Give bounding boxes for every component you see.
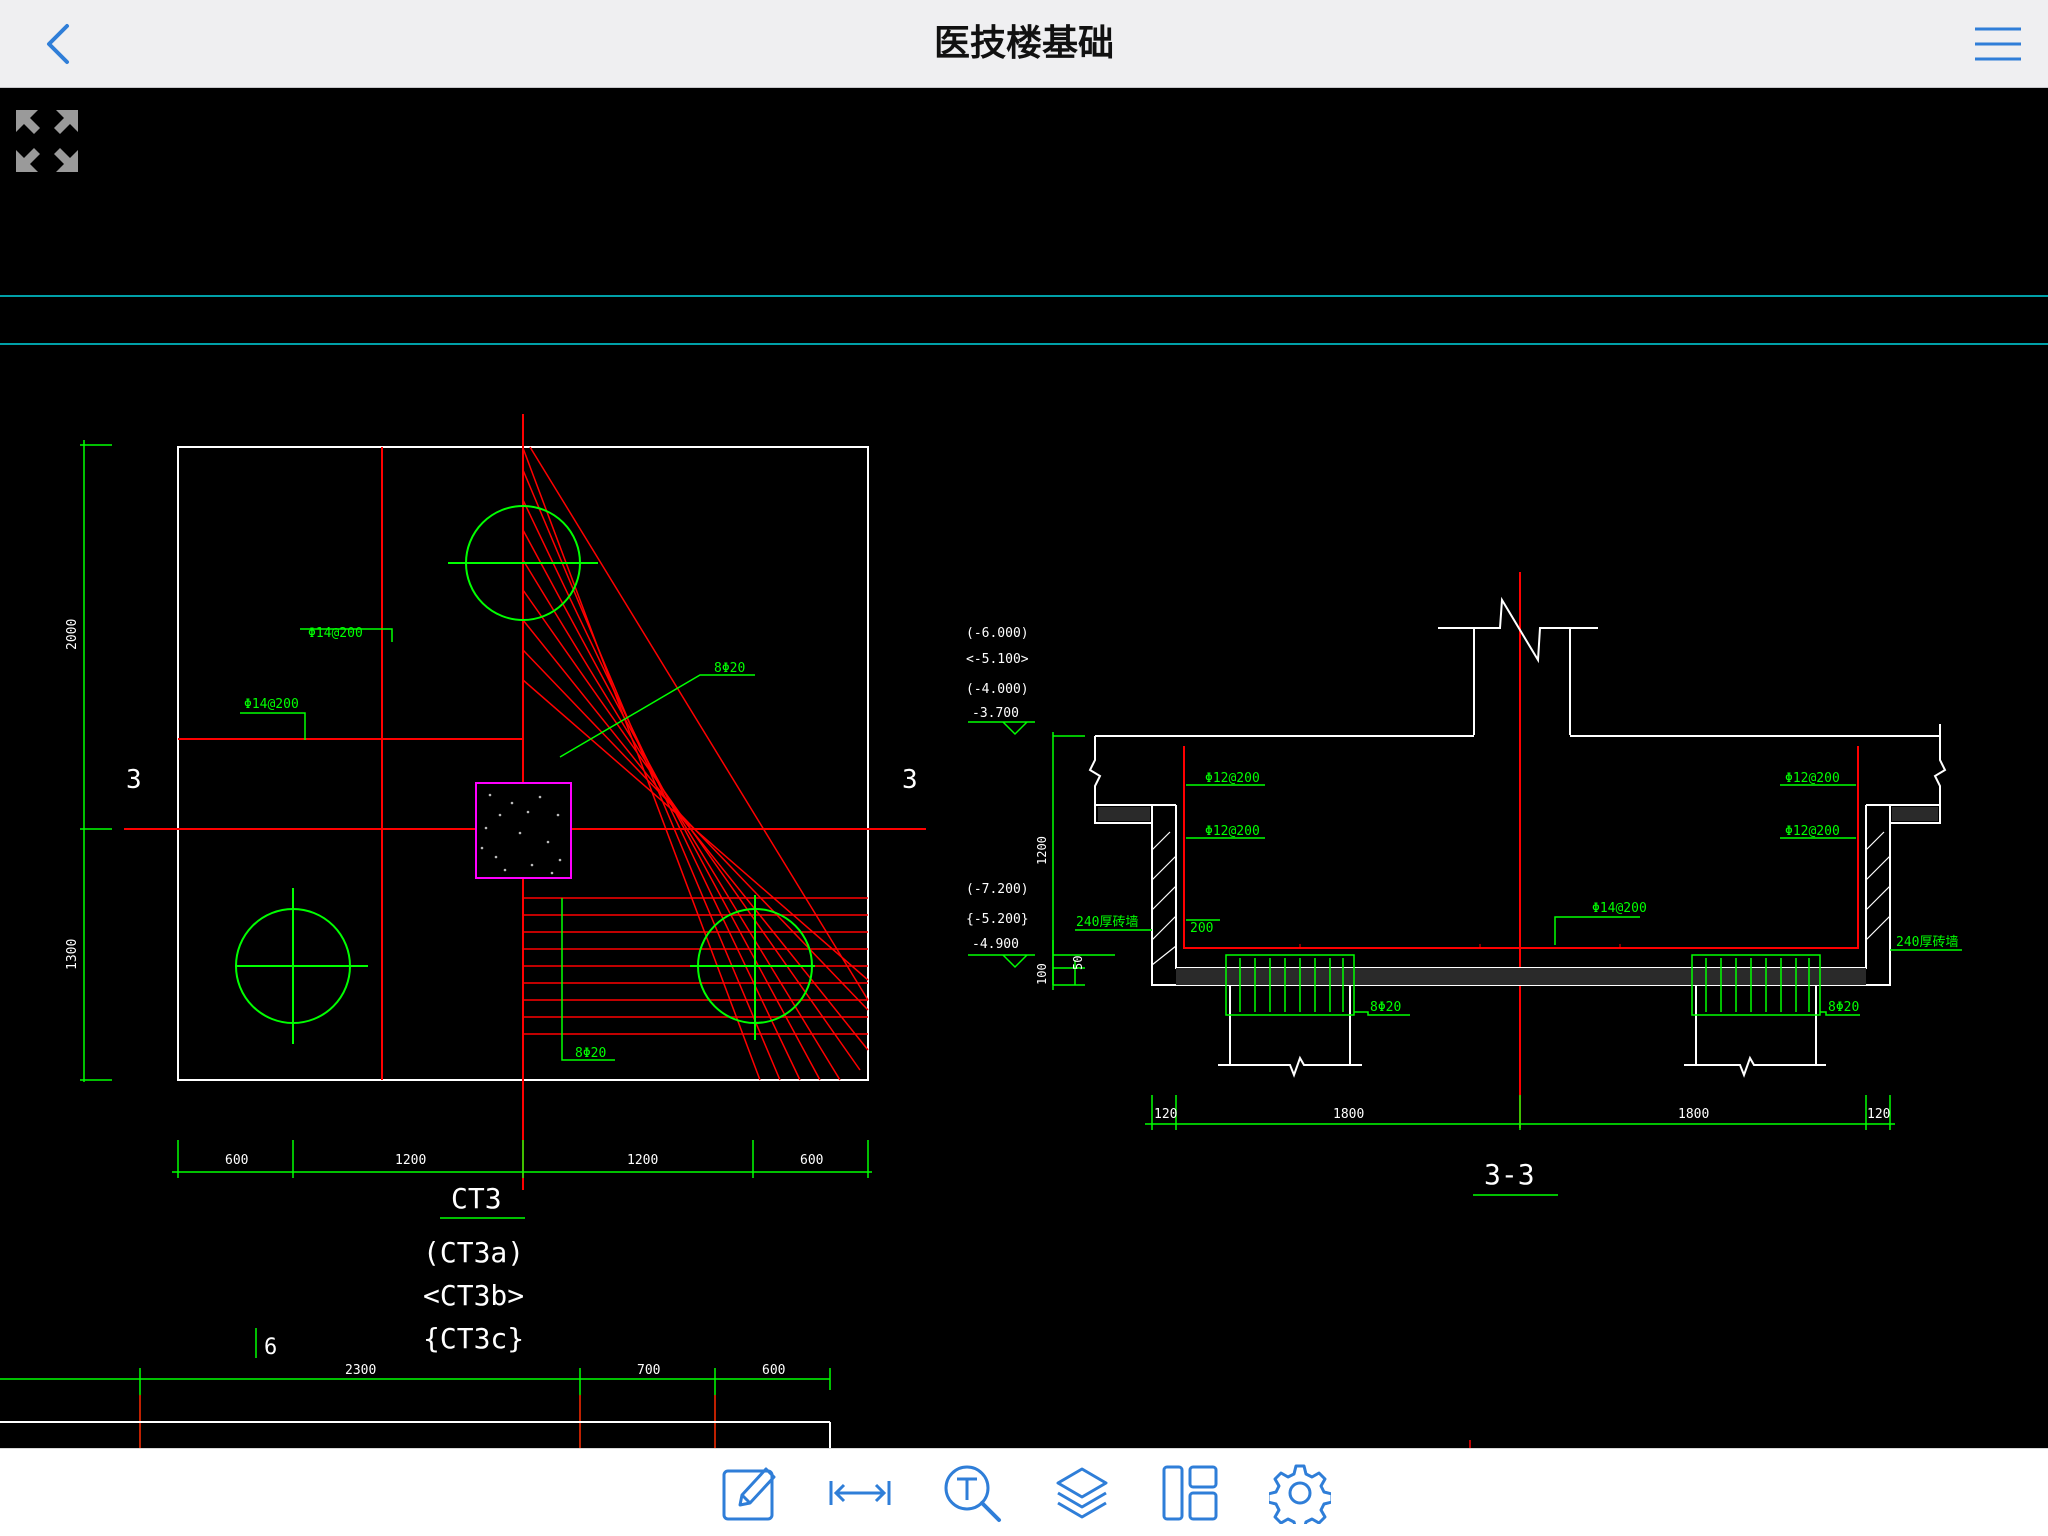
section-dim-b-2: 1800 — [1333, 1107, 1364, 1122]
section-rebar-left-2: Φ12@200 — [1205, 824, 1260, 839]
section-dim-1200: 1200 — [1035, 836, 1049, 865]
plan-variant-a: (CT3a) — [423, 1236, 524, 1269]
elev-label-2: <-5.100> — [966, 652, 1029, 667]
section-mark-left: 3 — [126, 765, 142, 795]
settings-button[interactable] — [1266, 1459, 1334, 1527]
chevron-left-icon — [47, 24, 69, 64]
elev-label-3: (-4.000) — [966, 682, 1029, 697]
back-button[interactable] — [30, 16, 86, 72]
bottom-dim-2: 700 — [637, 1363, 660, 1378]
wall-label-left: 240厚砖墙 — [1076, 915, 1138, 930]
measure-arrows-icon — [829, 1481, 891, 1505]
section-rebar-bottom: Φ14@200 — [1592, 901, 1647, 916]
wall-label-right: 240厚砖墙 — [1896, 935, 1958, 950]
text-search-icon — [944, 1465, 1001, 1522]
section-rebar-right-2: Φ12@200 — [1785, 824, 1840, 839]
text-search-button[interactable] — [938, 1459, 1006, 1527]
navigation-bar: 医技楼基础 — [0, 0, 2048, 88]
plan-rebar-label-1: Φ14@200 — [308, 626, 363, 641]
section-value-200: 200 — [1190, 921, 1213, 936]
plan-rebar-label-bottom: 8Φ20 — [575, 1046, 606, 1061]
drawing-canvas[interactable]: Φ14@200 Φ14@200 8Φ20 8Φ20 3 3 2000 1300 — [0, 88, 2048, 1448]
pile-rebar-left: 8Φ20 — [1370, 1000, 1401, 1015]
section-dim-100: 100 — [1035, 963, 1049, 985]
section-dim-b-4: 120 — [1867, 1107, 1890, 1122]
expand-arrows-icon — [16, 110, 78, 172]
elev-label-5: (-7.200) — [966, 882, 1029, 897]
annotate-button[interactable] — [716, 1459, 784, 1527]
plan-name: CT3 — [451, 1182, 502, 1215]
layout-panels-icon — [1162, 1465, 1218, 1521]
plan-dim-vertical-2: 1300 — [65, 939, 80, 970]
section-dim-b-3: 1800 — [1678, 1107, 1709, 1122]
elev-label-7: -4.900 — [972, 937, 1019, 952]
menu-button[interactable] — [1968, 16, 2028, 72]
section-rebar-right-1: Φ12@200 — [1785, 771, 1840, 786]
section-view-3-3: (-6.000) <-5.100> (-4.000) -3.700 (-7.20… — [966, 572, 1962, 1196]
plan-dim-vertical-1: 2000 — [65, 619, 80, 650]
section-dim-50: 50 — [1071, 956, 1085, 970]
layers-button[interactable] — [1048, 1459, 1116, 1527]
bottom-partial-plan: 6 2300 700 600 — [0, 1328, 1471, 1448]
plan-dim-h-1: 600 — [225, 1153, 248, 1168]
gear-icon — [1269, 1464, 1331, 1524]
measure-button[interactable] — [826, 1459, 894, 1527]
plan-dim-h-2: 1200 — [395, 1153, 426, 1168]
plan-dim-h-4: 600 — [800, 1153, 823, 1168]
plan-view-ct3: Φ14@200 Φ14@200 8Φ20 8Φ20 3 3 2000 1300 — [65, 414, 926, 1355]
layers-icon — [1056, 1467, 1108, 1519]
plan-variant-c: {CT3c} — [423, 1322, 524, 1355]
bottom-dim-3: 600 — [762, 1363, 785, 1378]
section-rebar-left-1: Φ12@200 — [1205, 771, 1260, 786]
plan-variant-b: <CT3b> — [423, 1279, 524, 1312]
section-title: 3-3 — [1484, 1158, 1535, 1191]
plan-rebar-label-diag: 8Φ20 — [714, 661, 745, 676]
page-title: 医技楼基础 — [933, 23, 1114, 64]
hamburger-menu-icon — [1975, 27, 2021, 61]
axis-label-6: 6 — [264, 1335, 277, 1360]
plan-dim-h-3: 1200 — [627, 1153, 658, 1168]
section-mark-right: 3 — [902, 765, 918, 795]
layout-button[interactable] — [1156, 1459, 1224, 1527]
pile-rebar-right: 8Φ20 — [1828, 1000, 1859, 1015]
elev-label-6: {-5.200} — [966, 912, 1029, 927]
section-dim-b-1: 120 — [1154, 1107, 1177, 1122]
elev-label-1: (-6.000) — [966, 626, 1029, 641]
bottom-toolbar — [0, 1448, 2048, 1536]
pencil-edit-icon — [722, 1467, 776, 1521]
plan-rebar-label-2: Φ14@200 — [244, 697, 299, 712]
cad-drawing: Φ14@200 Φ14@200 8Φ20 8Φ20 3 3 2000 1300 — [0, 295, 2048, 1448]
fullscreen-button[interactable] — [14, 108, 84, 178]
elev-label-4: -3.700 — [972, 706, 1019, 721]
bottom-dim-1: 2300 — [345, 1363, 376, 1378]
